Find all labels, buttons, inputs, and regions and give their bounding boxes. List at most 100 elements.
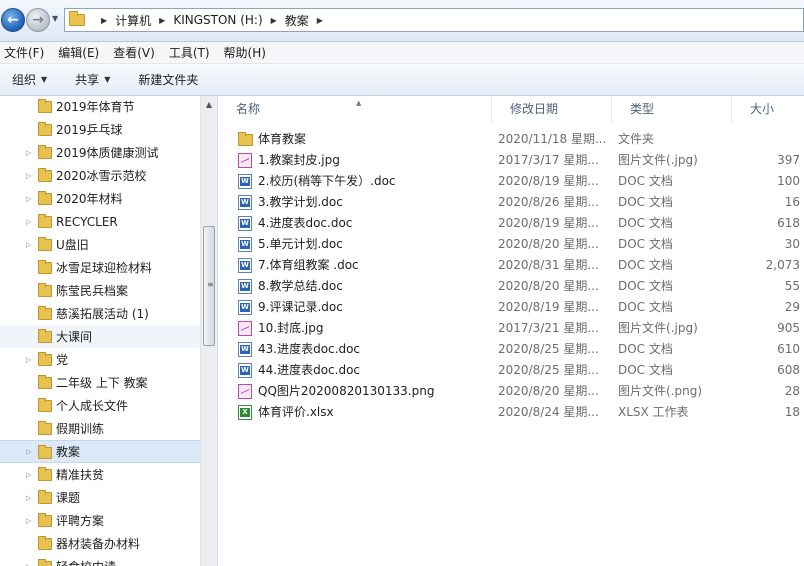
tree-item[interactable]: ▷ 评聘方案 (0, 509, 200, 532)
chevron-right-icon[interactable]: ▶ (159, 16, 165, 25)
word-document-icon (238, 237, 252, 252)
tree-item-label: 2019年体育节 (56, 100, 135, 114)
tree-item[interactable]: 二年级 上下 教案 (0, 371, 200, 394)
tree-item[interactable]: ▷ 2019体质健康测试 (0, 141, 200, 164)
share-button[interactable]: 共享 ▼ (75, 71, 110, 88)
forward-button[interactable]: → (26, 8, 50, 32)
tree-item[interactable]: ▷ RECYCLER (0, 210, 200, 233)
file-row[interactable]: 5.单元计划.doc 2020/8/20 星期... DOC 文档 30 (236, 234, 804, 255)
organize-button[interactable]: 组织 ▼ (12, 71, 47, 88)
file-name: 2.校历(稍等下午发）.doc (258, 174, 396, 188)
tree-item[interactable]: 大课间 (0, 325, 200, 348)
file-list-pane[interactable]: 名称 ▲ 修改日期 类型 大小 体育教案 2020/11/18 星期... 文件夹 1… (218, 96, 804, 566)
address-bar: ← → ▼ ▶ 计算机 ▶ KINGSTON (H:) ▶ 教案 ▶ (0, 0, 804, 42)
folder-icon (38, 352, 52, 366)
file-row[interactable]: 10.封底.jpg 2017/3/21 星期... 图片文件(.jpg) 905 (236, 318, 804, 339)
tree-item[interactable]: 陈莹民兵档案 (0, 279, 200, 302)
tree-item[interactable]: ▷ 课题 (0, 486, 200, 509)
tree-item[interactable]: 慈溪拓展活动 (1) (0, 302, 200, 325)
file-type: 图片文件(.png) (618, 384, 703, 398)
folder-icon (38, 306, 52, 320)
arrow-left-icon: ← (7, 12, 19, 28)
column-type-label: 类型 (630, 102, 655, 116)
column-name[interactable]: 名称 ▲ (218, 96, 492, 122)
file-row[interactable]: 8.教学总结.doc 2020/8/20 星期... DOC 文档 55 (236, 276, 804, 297)
folder-icon (38, 421, 52, 435)
file-date: 2020/8/24 星期... (498, 405, 599, 419)
tree-item[interactable]: ▷ 教案 (0, 440, 200, 463)
file-date: 2020/8/19 星期... (498, 300, 599, 314)
nav-scrollbar[interactable]: ▲ ≡ (200, 96, 217, 566)
chevron-right-icon[interactable]: ▶ (101, 16, 107, 25)
folder-icon (38, 168, 52, 182)
menu-view[interactable]: 查看(V) (113, 44, 155, 61)
folder-icon (38, 559, 52, 566)
scrollbar-thumb[interactable]: ≡ (203, 226, 215, 346)
tree-item[interactable]: 2019年体育节 (0, 96, 200, 118)
recent-pages-dropdown[interactable]: ▼ (52, 14, 62, 24)
file-row[interactable]: 7.体育组教案 .doc 2020/8/31 星期... DOC 文档 2,073 (236, 255, 804, 276)
file-row[interactable]: 44.进度表doc.doc 2020/8/25 星期... DOC 文档 608 (236, 360, 804, 381)
file-size: 100 (777, 174, 800, 188)
tree-item[interactable]: 2019乒乓球 (0, 118, 200, 141)
column-type[interactable]: 类型 (612, 96, 732, 122)
image-file-icon (238, 321, 252, 336)
menu-tools[interactable]: 工具(T) (169, 44, 210, 61)
chevron-right-icon[interactable]: ▶ (317, 16, 323, 25)
file-row[interactable]: 体育教案 2020/11/18 星期... 文件夹 (236, 129, 804, 150)
file-row[interactable]: 体育评价.xlsx 2020/8/24 星期... XLSX 工作表 18 (236, 402, 804, 423)
breadcrumb-computer[interactable]: 计算机 (115, 12, 151, 29)
file-row[interactable]: QQ图片20200820130133.png 2020/8/20 星期... 图片文… (236, 381, 804, 402)
expand-arrow-icon[interactable]: ▷ (26, 517, 31, 525)
tree-item[interactable]: ▷ 精准扶贫 (0, 463, 200, 486)
file-date: 2020/8/25 星期... (498, 363, 599, 377)
tree-item[interactable]: ▷ 轻食校内请 (0, 555, 200, 566)
tree-item[interactable]: 冰雪足球迎检材料 (0, 256, 200, 279)
breadcrumb-folder[interactable]: 教案 (285, 12, 309, 29)
breadcrumb-drive[interactable]: KINGSTON (H:) (173, 13, 262, 27)
expand-arrow-icon[interactable]: ▷ (26, 149, 31, 157)
menu-help[interactable]: 帮助(H) (224, 44, 266, 61)
file-row[interactable]: 1.教案封皮.jpg 2017/3/17 星期... 图片文件(.jpg) 397 (236, 150, 804, 171)
file-row[interactable]: 9.评课记录.doc 2020/8/19 星期... DOC 文档 29 (236, 297, 804, 318)
expand-arrow-icon[interactable]: ▷ (26, 218, 31, 226)
tree-item[interactable]: ▷ U盘旧 (0, 233, 200, 256)
menu-edit[interactable]: 编辑(E) (58, 44, 99, 61)
new-folder-button[interactable]: 新建文件夹 (138, 71, 198, 88)
tree-item-label: 冰雪足球迎检材料 (56, 261, 153, 275)
tree-item[interactable]: 器材装备办材料 (0, 532, 200, 555)
caret-down-icon: ▼ (104, 75, 111, 84)
file-row[interactable]: 4.进度表doc.doc 2020/8/19 星期... DOC 文档 618 (236, 213, 804, 234)
column-size[interactable]: 大小 (732, 96, 804, 122)
tree-item[interactable]: ▷ 2020年材料 (0, 187, 200, 210)
file-name: 44.进度表doc.doc (258, 363, 361, 377)
file-size: 30 (784, 237, 800, 251)
tree-item[interactable]: 假期训练 (0, 417, 200, 440)
address-field[interactable]: ▶ 计算机 ▶ KINGSTON (H:) ▶ 教案 ▶ (64, 8, 804, 32)
expand-arrow-icon[interactable]: ▷ (26, 471, 31, 479)
back-button[interactable]: ← (1, 8, 25, 32)
expand-arrow-icon[interactable]: ▷ (26, 448, 31, 456)
file-row[interactable]: 43.进度表doc.doc 2020/8/25 星期... DOC 文档 610 (236, 339, 804, 360)
navigation-pane[interactable]: 2019年体育节 2019乒乓球 ▷ 2019体质健康测试 ▷ 2020冰雪示范校 ▷ 202… (0, 96, 218, 566)
file-row[interactable]: 3.教学计划.doc 2020/8/26 星期... DOC 文档 16 (236, 192, 804, 213)
word-document-icon (238, 195, 252, 210)
column-date[interactable]: 修改日期 (492, 96, 612, 122)
tree-item[interactable]: 个人成长文件 (0, 394, 200, 417)
expand-arrow-icon[interactable]: ▷ (26, 494, 31, 502)
tree-item[interactable]: ▷ 党 (0, 348, 200, 371)
file-size: 397 (777, 153, 800, 167)
column-date-label: 修改日期 (510, 102, 559, 116)
file-date: 2020/8/20 星期... (498, 384, 599, 398)
chevron-right-icon[interactable]: ▶ (271, 16, 277, 25)
menu-file[interactable]: 文件(F) (4, 44, 44, 61)
expand-arrow-icon[interactable]: ▷ (26, 195, 31, 203)
tree-item[interactable]: ▷ 2020冰雪示范校 (0, 164, 200, 187)
file-row[interactable]: 2.校历(稍等下午发）.doc 2020/8/19 星期... DOC 文档 100 (236, 171, 804, 192)
expand-arrow-icon[interactable]: ▷ (26, 563, 31, 566)
expand-arrow-icon[interactable]: ▷ (26, 241, 31, 249)
folder-icon (238, 132, 253, 146)
expand-arrow-icon[interactable]: ▷ (26, 356, 31, 364)
expand-arrow-icon[interactable]: ▷ (26, 172, 31, 180)
scroll-up-icon[interactable]: ▲ (201, 96, 217, 112)
